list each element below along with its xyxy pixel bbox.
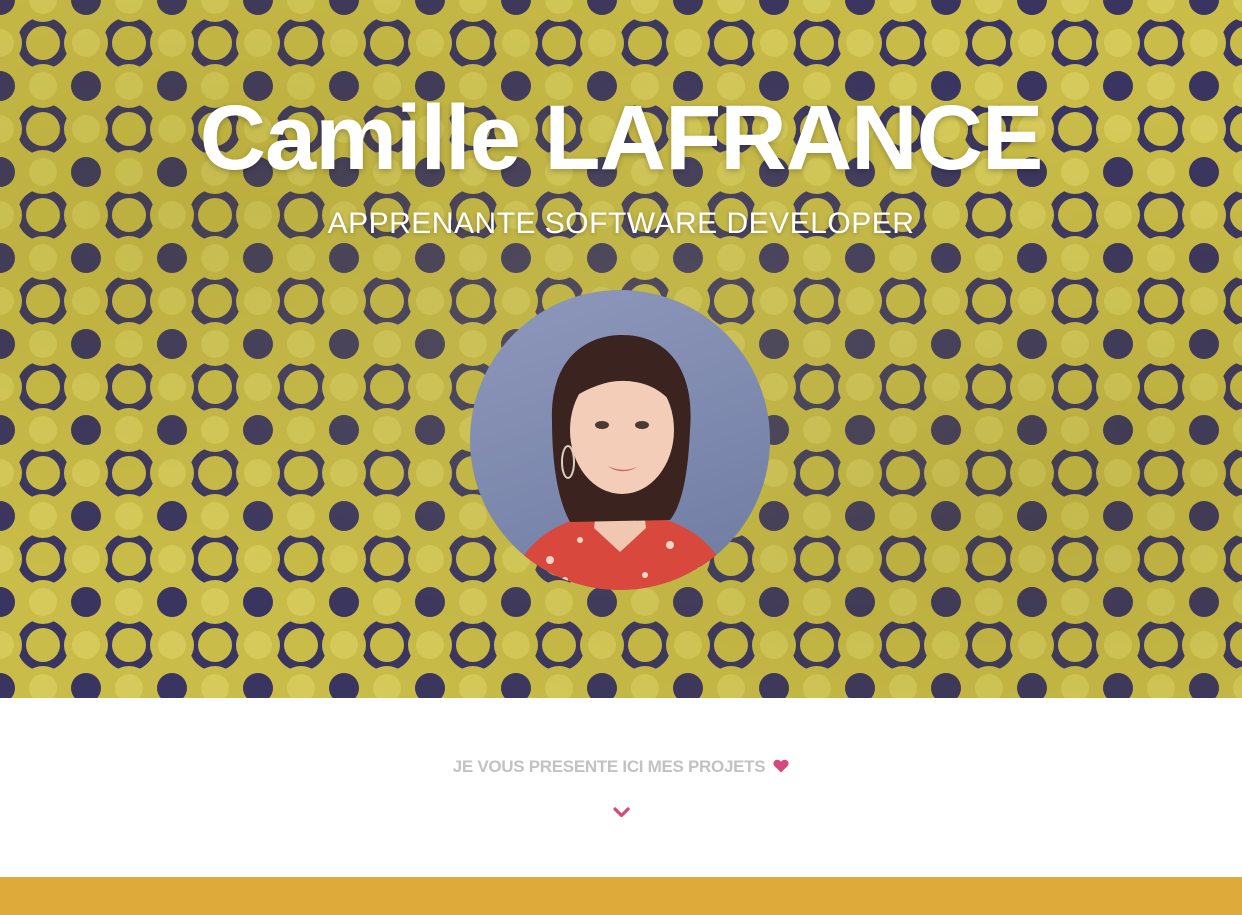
projects-intro-heading: JE VOUS PRESENTE ICI MES PROJETS: [0, 754, 1242, 781]
projects-section-top: [0, 877, 1242, 915]
page-title: Camille LAFRANCE: [199, 87, 1044, 189]
projects-intro-text: JE VOUS PRESENTE ICI MES PROJETS: [452, 757, 766, 776]
heart-icon: [773, 755, 789, 781]
page: Camille LAFRANCE APPRENANTE SOFTWARE DEV…: [0, 0, 1242, 915]
chevron-down-icon[interactable]: [613, 806, 630, 820]
avatar: [470, 290, 770, 590]
hero-header: Camille LAFRANCE APPRENANTE SOFTWARE DEV…: [0, 0, 1242, 698]
page-subtitle: APPRENANTE SOFTWARE DEVELOPER: [327, 207, 915, 240]
profile-photo: [510, 335, 732, 590]
projects-intro-section: JE VOUS PRESENTE ICI MES PROJETS: [0, 698, 1242, 877]
